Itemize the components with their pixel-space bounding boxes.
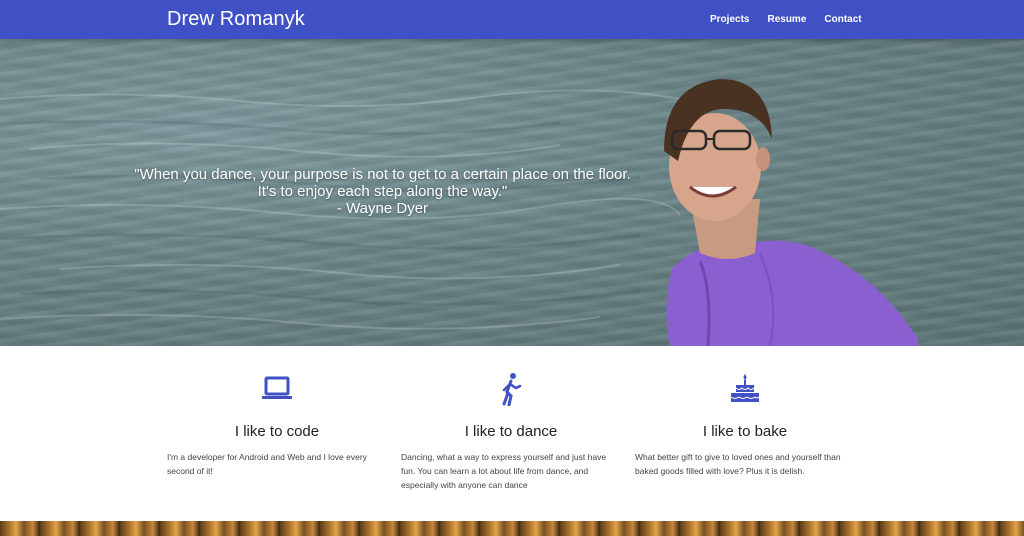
quote-author: - Wayne Dyer [336, 200, 429, 217]
top-navbar: Drew Romanyk Projects Resume Contact [0, 0, 1024, 39]
cake-icon [730, 374, 760, 402]
quote-line-1: "When you dance, your purpose is not to … [134, 166, 631, 183]
feature-title: I like to bake [702, 423, 788, 440]
brand-name[interactable]: Drew Romanyk [167, 8, 305, 31]
feature-text: I'm a developer for Android and Web and … [167, 452, 367, 476]
laptop-icon [262, 376, 292, 399]
feature-title: I like to code [234, 423, 320, 440]
nav-link-contact[interactable]: Contact [824, 14, 861, 25]
feature-text: Dancing, what a way to express yourself … [401, 452, 607, 490]
hero-banner: "When you dance, your purpose is not to … [0, 39, 1024, 346]
feature-title: I like to dance [464, 423, 558, 440]
bottom-banner-image [0, 521, 1024, 536]
nav-link-resume[interactable]: Resume [767, 14, 806, 25]
hero-quote: "When you dance, your purpose is not to … [120, 166, 645, 217]
features-section: I like to code I'm a developer for Andro… [0, 346, 1024, 521]
walking-person-icon [502, 373, 522, 406]
quote-line-2: It's to enjoy each step along the way." [257, 183, 508, 200]
feature-text: What better gift to give to loved ones a… [635, 452, 841, 476]
nav-links: Projects Resume Contact [710, 14, 880, 25]
nav-link-projects[interactable]: Projects [710, 14, 749, 25]
